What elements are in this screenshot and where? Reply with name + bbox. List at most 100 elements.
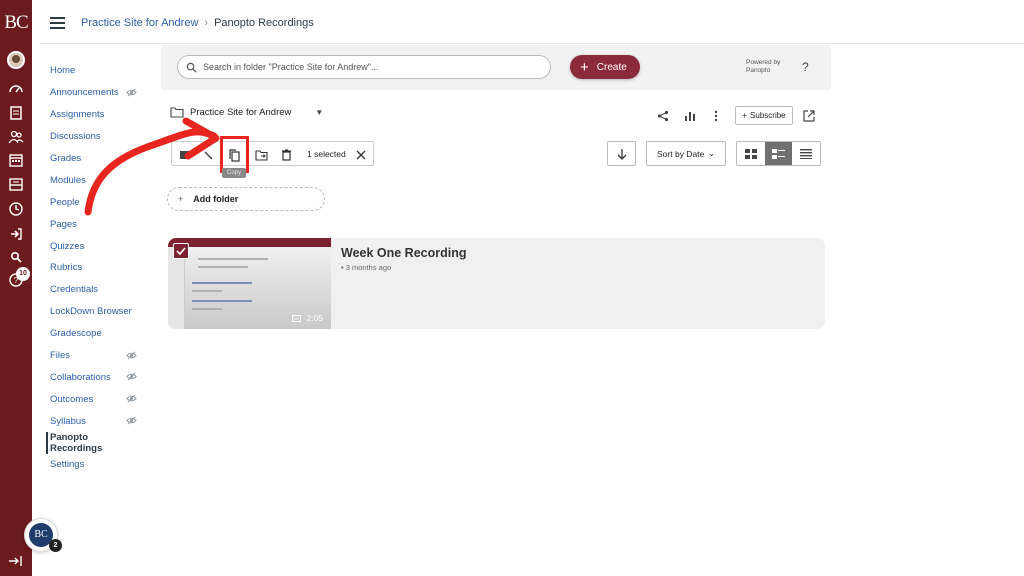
sort-select[interactable]: Sort by Date ⌄	[646, 141, 726, 166]
course-nav-label: Discussions	[50, 131, 101, 143]
search-icon[interactable]	[6, 247, 26, 267]
tile-view-icon[interactable]	[737, 142, 765, 165]
course-nav-item[interactable]: People	[46, 191, 141, 213]
course-nav-item[interactable]: Gradescope	[46, 323, 141, 345]
subscribe-label: Subscribe	[750, 111, 786, 120]
course-nav-item[interactable]: Modules	[46, 169, 141, 191]
session-meta: • 3 months ago	[341, 263, 392, 272]
course-nav-item[interactable]: Rubrics	[46, 257, 141, 279]
course-nav-item[interactable]: Assignments	[46, 104, 141, 126]
selection-toolbar: 1 selected	[171, 141, 374, 166]
move-icon[interactable]	[178, 148, 192, 162]
course-nav-label: Assignments	[50, 109, 105, 121]
sort-label: Sort by Date	[657, 148, 705, 159]
course-nav-label: Rubrics	[50, 262, 83, 274]
dashboard-icon[interactable]	[6, 79, 26, 99]
search-placeholder: Search in folder "Practice Site for Andr…	[203, 62, 379, 72]
folder-selector[interactable]: Practice Site for Andrew ▼	[170, 107, 323, 118]
create-button[interactable]: + Create	[570, 55, 640, 79]
thumbnail-line	[198, 258, 268, 260]
thumbnail-line	[198, 266, 248, 268]
course-nav-item[interactable]: Settings	[46, 454, 141, 476]
course-nav-label: Grades	[50, 153, 82, 164]
list-view-icon[interactable]	[792, 142, 820, 165]
global-navigation: BC ? 10	[0, 0, 32, 576]
course-nav-label: LockDown Browser	[50, 306, 132, 318]
subscribe-button[interactable]: + Subscribe	[735, 106, 793, 125]
login-icon[interactable]	[6, 224, 26, 244]
open-in-new-tab-icon[interactable]	[801, 108, 817, 124]
thumbnail-line	[192, 282, 252, 284]
header-divider	[40, 43, 1024, 44]
hidden-eye-icon	[126, 372, 137, 381]
course-nav-item[interactable]: Pages	[46, 213, 141, 235]
session-title[interactable]: Week One Recording	[341, 246, 467, 260]
inbox-icon[interactable]	[6, 174, 26, 194]
institution-logo[interactable]: BC	[0, 12, 32, 34]
bottom-avatar[interactable]: BC 2	[24, 518, 62, 552]
courses-icon[interactable]	[6, 103, 26, 123]
plus-icon: +	[178, 194, 184, 204]
course-nav-item[interactable]: Discussions	[46, 126, 141, 148]
hidden-eye-icon	[126, 394, 137, 403]
share-selection-icon[interactable]	[201, 148, 215, 162]
course-menu-toggle-icon[interactable]	[50, 17, 65, 29]
breadcrumb: Practice Site for Andrew › Panopto Recor…	[81, 17, 314, 29]
history-icon[interactable]	[6, 199, 26, 219]
stats-icon[interactable]	[682, 108, 698, 124]
sort-direction-button[interactable]	[607, 141, 636, 166]
breadcrumb-current: Panopto Recordings	[214, 17, 314, 29]
folder-name: Practice Site for Andrew	[190, 107, 292, 118]
course-nav-label: Pages	[50, 218, 77, 230]
notification-badge: 10	[16, 267, 30, 281]
course-nav-item[interactable]: Collaborations	[46, 366, 141, 388]
session-date: 3 months ago	[345, 263, 392, 272]
course-nav-item[interactable]: Outcomes	[46, 388, 141, 410]
hidden-eye-icon	[126, 351, 137, 360]
calendar-icon[interactable]	[6, 150, 26, 170]
course-nav-label: Gradescope	[50, 328, 102, 340]
groups-icon[interactable]	[6, 127, 26, 147]
session-duration: 2:05	[306, 313, 323, 323]
delete-icon[interactable]	[279, 148, 293, 162]
course-nav-item[interactable]: LockDown Browser	[46, 301, 141, 323]
account-avatar-icon[interactable]	[7, 51, 25, 69]
course-nav-item[interactable]: Grades	[46, 148, 141, 170]
course-nav-label: Announcements	[50, 87, 119, 99]
course-nav-label: Syllabus	[50, 415, 86, 427]
search-field-icon	[186, 62, 197, 73]
panopto-help-button[interactable]: ?	[802, 60, 809, 74]
clear-selection-icon[interactable]	[354, 148, 368, 162]
course-nav-item[interactable]: Files	[46, 345, 141, 367]
collapse-nav-icon[interactable]	[6, 551, 26, 571]
breadcrumb-course-link[interactable]: Practice Site for Andrew	[81, 17, 198, 29]
hidden-eye-icon	[126, 88, 137, 97]
copy-tooltip: Copy	[222, 168, 246, 178]
move-to-folder-icon[interactable]	[254, 148, 268, 162]
course-nav-item[interactable]: Home	[46, 60, 141, 82]
plus-icon: +	[742, 111, 748, 120]
add-folder-button[interactable]: + Add folder	[167, 187, 325, 211]
course-nav-item[interactable]: Quizzes	[46, 235, 141, 257]
course-nav-item[interactable]: Panopto Recordings	[46, 432, 141, 454]
duration-overlay: 2:05	[292, 313, 323, 323]
course-nav-item[interactable]: Credentials	[46, 279, 141, 301]
hidden-eye-icon	[126, 416, 137, 425]
plus-icon: +	[580, 58, 589, 76]
course-navigation: Home Announcements Assignments Discussions G…	[46, 60, 141, 476]
selected-checkbox[interactable]	[173, 243, 189, 259]
thumbnail-sidebar	[168, 247, 185, 329]
share-icon[interactable]	[655, 108, 671, 124]
more-options-icon[interactable]	[708, 108, 724, 124]
course-nav-item[interactable]: Syllabus	[46, 410, 141, 432]
thumbnail-line	[192, 290, 222, 292]
chevron-down-icon: ▼	[315, 108, 324, 117]
search-input[interactable]: Search in folder "Practice Site for Andr…	[177, 55, 551, 79]
avatar-badge: 2	[49, 539, 62, 552]
arrow-down-icon	[617, 148, 626, 160]
course-nav-item[interactable]: Announcements	[46, 82, 141, 104]
session-thumbnail[interactable]: 2:05	[168, 238, 331, 329]
detail-view-icon[interactable]	[764, 142, 793, 165]
view-toggle	[736, 141, 821, 166]
course-nav-label: Home	[50, 65, 76, 77]
